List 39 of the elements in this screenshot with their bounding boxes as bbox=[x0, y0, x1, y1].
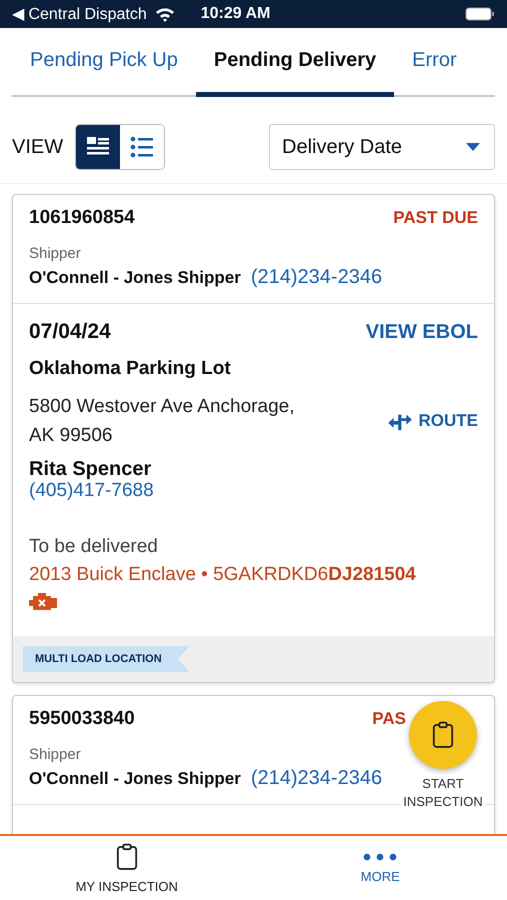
shipper-name: O'Connell - Jones Shipper bbox=[29, 268, 241, 288]
sort-dropdown[interactable]: Delivery Date bbox=[269, 124, 495, 170]
phone-link[interactable]: (405)417-7688 bbox=[29, 480, 154, 502]
contact-name: Rita Spencer bbox=[29, 458, 152, 480]
phone-link[interactable]: (214)234-2346 bbox=[250, 767, 382, 790]
load-id: 1061960854 bbox=[29, 207, 135, 229]
clipboard-icon bbox=[116, 842, 138, 870]
view-ebol-link[interactable]: VIEW EBOL bbox=[366, 320, 478, 344]
back-link[interactable]: ◀ Central Dispatch bbox=[12, 4, 147, 24]
tab[interactable]: Pending Pick Up bbox=[12, 28, 196, 97]
status-label: PAST DUE bbox=[393, 208, 478, 228]
route-link[interactable]: ROUTE bbox=[386, 411, 478, 431]
location-name: Oklahoma Parking Lot bbox=[29, 358, 231, 380]
bullet-list-icon bbox=[130, 136, 154, 158]
start-inspection-button[interactable] bbox=[409, 701, 477, 769]
caret-icon bbox=[466, 143, 480, 151]
clipboard-icon bbox=[432, 721, 454, 749]
vehicle-info: 2013 Buick Enclave • 5GAKRDKD6DJ281504 bbox=[29, 564, 416, 586]
clock-time: 10:29 AM bbox=[200, 5, 270, 23]
card-view-button[interactable] bbox=[76, 125, 120, 169]
address: 5800 Westover Ave Anchorage, AK 99506 bbox=[29, 395, 296, 448]
nav-item[interactable]: MY INSPECTION bbox=[0, 836, 254, 900]
tag-ribbon: MULTI LOAD LOCATION bbox=[23, 646, 190, 672]
shipper-name: O'Connell - Jones Shipper bbox=[29, 768, 241, 788]
tab[interactable]: Error bbox=[394, 28, 475, 97]
status-label: PAS bbox=[372, 709, 406, 729]
delivery-status: To be delivered bbox=[29, 536, 158, 558]
delivery-date: 07/04/24 bbox=[29, 320, 111, 344]
load-card[interactable] bbox=[12, 194, 495, 683]
phone-link[interactable]: (214)234-2346 bbox=[250, 266, 382, 289]
shipper-label: Shipper bbox=[29, 245, 81, 262]
battery-icon bbox=[465, 7, 495, 21]
shipper-label: Shipper bbox=[29, 746, 81, 763]
more-icon bbox=[363, 852, 398, 860]
tab[interactable]: Pending Delivery bbox=[196, 28, 394, 97]
load-id: 5950033840 bbox=[29, 708, 135, 730]
wifi-icon bbox=[154, 6, 175, 22]
view-label: VIEW bbox=[12, 136, 64, 158]
nav-item[interactable]: MORE bbox=[254, 836, 507, 900]
